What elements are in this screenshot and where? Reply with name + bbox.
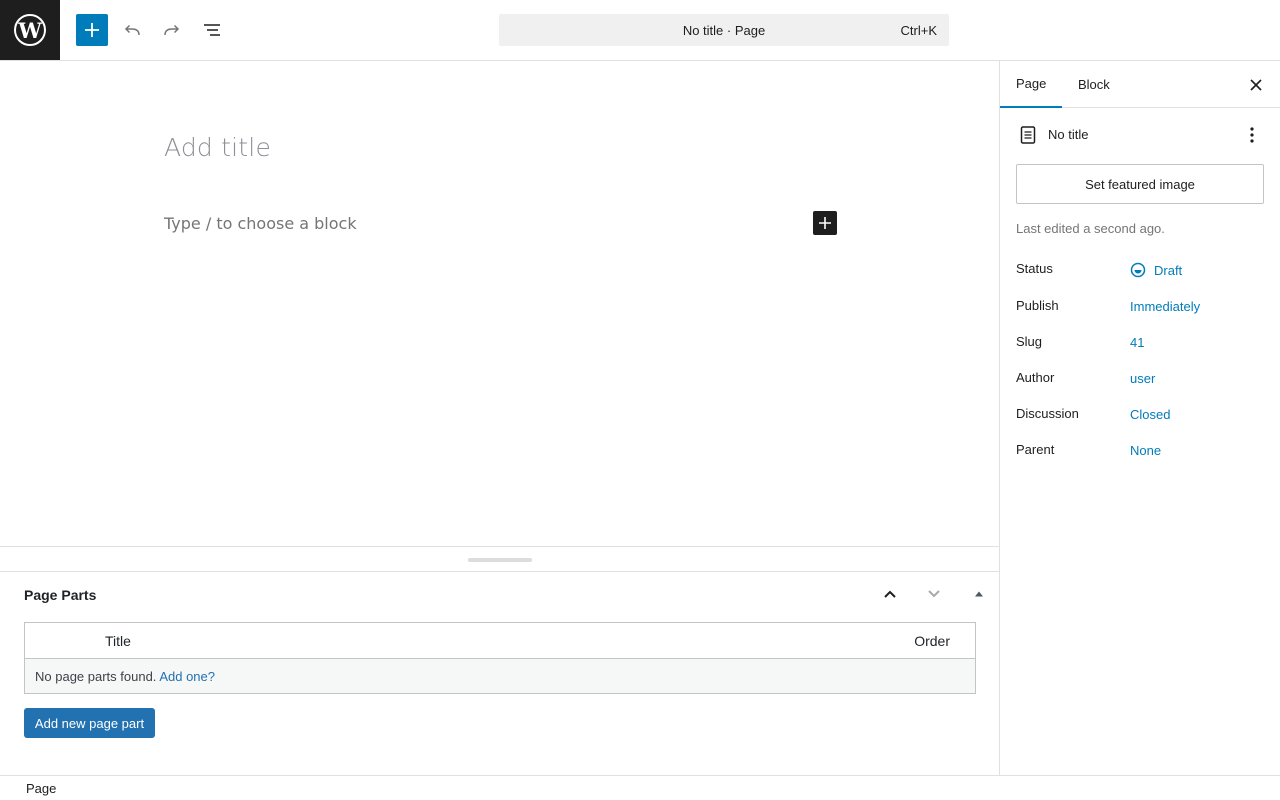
page-parts-metabox: Page Parts Title Order No page parts fou… bbox=[0, 572, 999, 775]
parent-label: Parent bbox=[1016, 442, 1055, 457]
more-actions-button[interactable] bbox=[1240, 123, 1264, 147]
editor-canvas[interactable]: Add title Type / to choose a block bbox=[0, 61, 999, 546]
settings-sidebar: Page Block No title Set featured image L… bbox=[999, 61, 1280, 775]
tab-page[interactable]: Page bbox=[1000, 61, 1063, 108]
undo-icon bbox=[124, 24, 140, 36]
set-featured-image-button[interactable]: Set featured image bbox=[1016, 164, 1264, 204]
move-down-button[interactable] bbox=[922, 582, 946, 606]
default-block-appender[interactable]: Type / to choose a block bbox=[164, 214, 357, 233]
publish-value[interactable]: Immediately bbox=[1130, 299, 1200, 314]
empty-text: No page parts found. bbox=[35, 668, 157, 684]
publish-label: Publish bbox=[1016, 298, 1059, 313]
parent-row: Parent None bbox=[1016, 442, 1264, 466]
close-sidebar-button[interactable] bbox=[1244, 73, 1268, 97]
last-edited-text: Last edited a second ago. bbox=[1016, 221, 1165, 236]
page-parts-table: Title Order No page parts found. Add one… bbox=[24, 622, 976, 694]
add-one-link[interactable]: Add one? bbox=[159, 669, 215, 684]
draft-status-icon bbox=[1130, 262, 1146, 278]
block-inserter-button[interactable] bbox=[76, 14, 108, 46]
add-block-button[interactable] bbox=[813, 211, 837, 235]
slug-row: Slug 41 bbox=[1016, 334, 1264, 358]
plus-icon bbox=[85, 23, 99, 37]
publish-row: Publish Immediately bbox=[1016, 298, 1264, 322]
breadcrumb[interactable]: Page bbox=[26, 781, 56, 796]
table-row: No page parts found. Add one? bbox=[24, 658, 976, 694]
document-header: No title bbox=[1016, 123, 1264, 147]
sidebar-tabs: Page Block bbox=[1000, 61, 1280, 108]
slug-label: Slug bbox=[1016, 334, 1043, 349]
redo-button[interactable] bbox=[156, 14, 188, 46]
meta-boxes-resize-bar[interactable] bbox=[0, 546, 999, 572]
chevron-up-icon bbox=[884, 590, 896, 598]
document-overview-button[interactable] bbox=[196, 14, 228, 46]
move-up-button[interactable] bbox=[878, 582, 902, 606]
metabox-title: Page Parts bbox=[24, 587, 97, 603]
discussion-label: Discussion bbox=[1016, 406, 1079, 421]
document-title: No title bbox=[1048, 127, 1089, 142]
status-value-text: Draft bbox=[1154, 262, 1183, 278]
status-row: Status Draft bbox=[1016, 261, 1264, 285]
column-order: Order bbox=[775, 622, 976, 659]
parent-value[interactable]: None bbox=[1130, 443, 1161, 458]
resize-handle[interactable] bbox=[468, 558, 532, 562]
undo-button[interactable] bbox=[116, 14, 148, 46]
svg-text:W: W bbox=[17, 18, 42, 43]
triangle-up-icon bbox=[975, 591, 983, 597]
editor-header: W No title · Page Ctrl+K bbox=[0, 0, 1280, 61]
tab-block[interactable]: Block bbox=[1062, 61, 1126, 108]
chevron-down-icon bbox=[928, 590, 940, 598]
status-value[interactable]: Draft bbox=[1130, 262, 1182, 278]
list-view-icon bbox=[204, 24, 220, 36]
more-vertical-icon bbox=[1250, 127, 1254, 143]
table-header-row: Title Order bbox=[24, 622, 976, 659]
author-label: Author bbox=[1016, 370, 1055, 385]
author-row: Author user bbox=[1016, 370, 1264, 394]
command-shortcut: Ctrl+K bbox=[900, 22, 937, 38]
post-title-input[interactable]: Add title bbox=[164, 133, 271, 162]
slug-value[interactable]: 41 bbox=[1130, 335, 1144, 350]
status-label: Status bbox=[1016, 261, 1053, 276]
discussion-row: Discussion Closed bbox=[1016, 406, 1264, 430]
block-breadcrumb-bar: Page bbox=[0, 775, 1280, 800]
wordpress-logo-icon[interactable]: W bbox=[0, 0, 60, 60]
page-icon bbox=[1016, 123, 1040, 147]
command-center-title: No title · Page bbox=[682, 22, 766, 38]
command-center[interactable]: No title · Page Ctrl+K bbox=[499, 14, 949, 46]
empty-message: No page parts found. Add one? bbox=[24, 658, 976, 694]
plus-icon bbox=[819, 217, 831, 229]
add-new-page-part-button[interactable]: Add new page part bbox=[24, 708, 155, 738]
redo-icon bbox=[164, 24, 180, 36]
close-icon bbox=[1250, 79, 1262, 91]
column-title: Title bbox=[24, 622, 776, 659]
author-value[interactable]: user bbox=[1130, 371, 1155, 386]
discussion-value[interactable]: Closed bbox=[1130, 407, 1170, 422]
toggle-panel-button[interactable] bbox=[967, 582, 991, 606]
